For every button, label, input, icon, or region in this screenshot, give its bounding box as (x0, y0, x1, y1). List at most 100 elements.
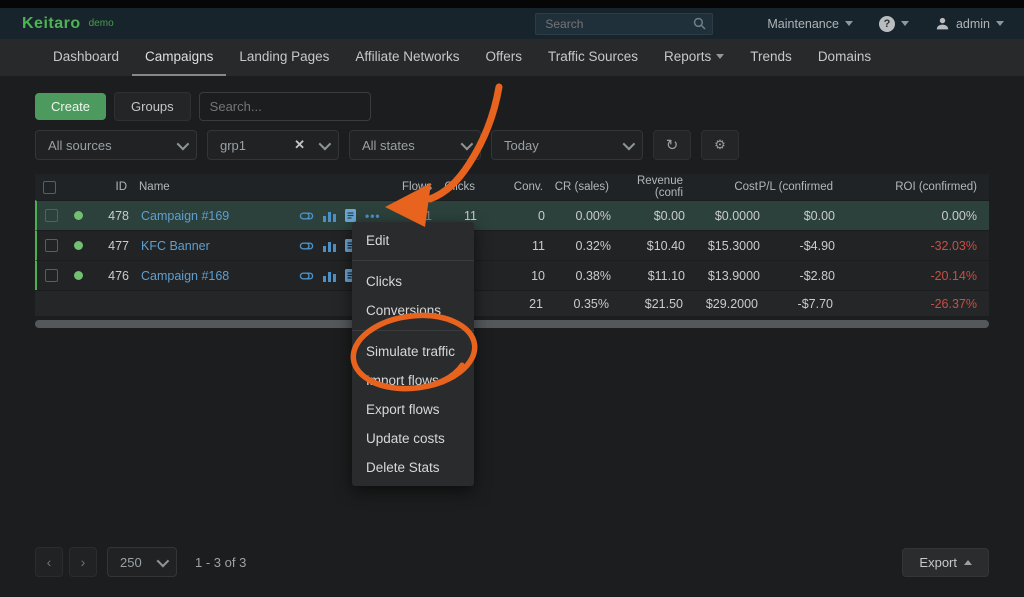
app-window: Keitaro demo Maintenance ? admin Dashboa… (0, 0, 1024, 597)
col-header-cost[interactable]: Cost (683, 181, 758, 193)
col-header-revenue[interactable]: Revenue (confi (609, 175, 683, 199)
campaign-pl: -$4.90 (760, 239, 835, 253)
nav-offers[interactable]: Offers (472, 39, 535, 76)
nav-campaigns[interactable]: Campaigns (132, 39, 226, 76)
menu-item-simulate-traffic[interactable]: Simulate traffic (352, 337, 474, 366)
select-all-checkbox[interactable] (43, 181, 56, 194)
menu-item-export-flows[interactable]: Export flows (352, 395, 474, 424)
col-header-flows[interactable]: Flows (402, 181, 430, 193)
table-row[interactable]: 477 KFC Banner 11 0.32% $10.40 $15.3000 … (35, 230, 989, 260)
nav-reports[interactable]: Reports (651, 39, 737, 76)
chevron-down-icon (461, 137, 474, 150)
campaign-roi: -32.03% (835, 239, 989, 253)
campaign-pl: $0.00 (760, 209, 835, 223)
campaign-cr: 0.32% (545, 239, 611, 253)
user-icon (935, 16, 950, 31)
chevron-down-icon (623, 137, 636, 150)
clear-filter-icon[interactable]: ✕ (294, 137, 305, 153)
prev-page-button[interactable]: ‹ (35, 547, 63, 577)
status-active-icon (74, 211, 83, 220)
user-menu[interactable]: admin (935, 16, 1004, 31)
row-checkbox[interactable] (45, 209, 58, 222)
campaign-conversions: 0 (477, 209, 545, 223)
totals-pl: -$7.70 (758, 297, 833, 311)
group-filter-select[interactable]: grp1 ✕ (207, 130, 339, 160)
status-active-icon (74, 241, 83, 250)
maintenance-menu[interactable]: Maintenance (767, 17, 853, 31)
col-header-cr[interactable]: CR (sales) (543, 181, 609, 193)
global-search-input[interactable] (535, 13, 713, 35)
chevron-down-icon (319, 137, 332, 150)
states-filter-select[interactable]: All states (349, 130, 481, 160)
menu-item-clicks[interactable]: Clicks (352, 267, 474, 296)
campaign-name-link[interactable]: Campaign #168 (141, 269, 229, 283)
campaign-name-link[interactable]: KFC Banner (141, 239, 210, 253)
top-bar: Keitaro demo Maintenance ? admin (0, 8, 1024, 39)
campaign-roi: -20.14% (835, 269, 989, 283)
sources-filter-select[interactable]: All sources (35, 130, 197, 160)
stats-chart-icon[interactable] (323, 270, 336, 282)
campaign-roi: 0.00% (835, 209, 989, 223)
chevron-down-icon (177, 137, 190, 150)
menu-item-import-flows[interactable]: Import flows (352, 366, 474, 395)
row-context-menu: Edit Clicks Conversions Simulate traffic… (352, 222, 474, 486)
row-checkbox[interactable] (45, 239, 58, 252)
campaign-conversions: 10 (477, 269, 545, 283)
col-header-id[interactable]: ID (89, 181, 127, 193)
col-header-clicks[interactable]: Clicks (430, 181, 475, 193)
campaign-pl: -$2.80 (760, 269, 835, 283)
nav-trends[interactable]: Trends (737, 39, 805, 76)
table-footer: ‹ › 250 1 - 3 of 3 Export (35, 547, 989, 577)
col-header-pl[interactable]: P/L (confirmed (758, 181, 833, 193)
campaign-revenue: $11.10 (611, 269, 685, 283)
chevron-down-icon (996, 21, 1004, 26)
create-button[interactable]: Create (35, 93, 106, 120)
row-checkbox[interactable] (45, 269, 58, 282)
menu-divider (352, 260, 474, 261)
refresh-button[interactable]: ↻ (653, 130, 691, 160)
report-doc-icon[interactable] (345, 209, 356, 222)
table-settings-button[interactable]: ⚙ (701, 130, 739, 160)
col-header-name[interactable]: Name (127, 181, 287, 193)
menu-item-delete-stats[interactable]: Delete Stats (352, 453, 474, 482)
stats-chart-icon[interactable] (323, 210, 336, 222)
brand-logo[interactable]: Keitaro (22, 15, 81, 33)
date-range-select[interactable]: Today (491, 130, 643, 160)
nav-dashboard[interactable]: Dashboard (40, 39, 132, 76)
toolbar-primary: Create Groups (35, 92, 989, 121)
groups-button[interactable]: Groups (114, 92, 191, 121)
nav-affiliate-networks[interactable]: Affiliate Networks (342, 39, 472, 76)
menu-divider (352, 330, 474, 331)
help-menu[interactable]: ? (879, 16, 909, 32)
horizontal-scrollbar[interactable] (35, 320, 989, 328)
campaign-revenue: $0.00 (611, 209, 685, 223)
nav-domains[interactable]: Domains (805, 39, 884, 76)
next-page-button[interactable]: › (69, 547, 97, 577)
page-size-select[interactable]: 250 (107, 547, 177, 577)
table-row[interactable]: 478 Campaign #169 ••• 1 11 0 0.00% $0.00… (35, 200, 989, 230)
totals-conversions: 21 (475, 297, 543, 311)
row-actions-menu-icon[interactable]: ••• (365, 209, 381, 223)
export-button[interactable]: Export (902, 548, 989, 577)
chevron-down-icon (157, 554, 170, 567)
chevron-down-icon (845, 21, 853, 26)
col-header-conv[interactable]: Conv. (475, 181, 543, 193)
link-icon[interactable] (299, 270, 314, 282)
col-header-roi[interactable]: ROI (confirmed) (833, 181, 989, 193)
stats-chart-icon[interactable] (323, 240, 336, 252)
menu-item-conversions[interactable]: Conversions (352, 296, 474, 325)
campaign-cost: $0.0000 (685, 209, 760, 223)
campaign-conversions: 11 (477, 239, 545, 253)
campaign-search-input[interactable] (199, 92, 371, 121)
campaign-cr: 0.00% (545, 209, 611, 223)
link-icon[interactable] (299, 240, 314, 252)
main-nav: Dashboard Campaigns Landing Pages Affili… (0, 39, 1024, 76)
nav-landing-pages[interactable]: Landing Pages (226, 39, 342, 76)
campaign-name-link[interactable]: Campaign #169 (141, 209, 229, 223)
menu-item-edit[interactable]: Edit (352, 226, 474, 255)
table-row[interactable]: 476 Campaign #168 10 0.38% $11.10 $13.90… (35, 260, 989, 290)
link-icon[interactable] (299, 210, 314, 222)
menu-item-update-costs[interactable]: Update costs (352, 424, 474, 453)
nav-traffic-sources[interactable]: Traffic Sources (535, 39, 651, 76)
toolbar-filters: All sources grp1 ✕ All states Today ↻ ⚙ (35, 130, 989, 160)
